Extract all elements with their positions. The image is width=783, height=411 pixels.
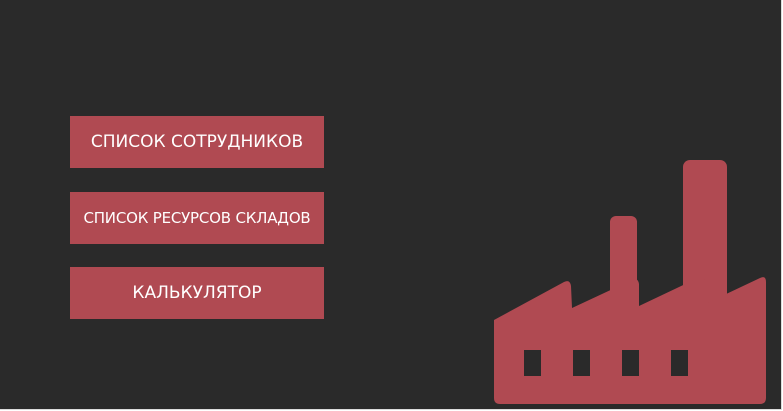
factory-icon bbox=[494, 160, 766, 404]
calculator-button[interactable]: КАЛЬКУЛЯТОР bbox=[70, 267, 324, 319]
employees-list-button[interactable]: СПИСОК СОТРУДНИКОВ bbox=[70, 116, 324, 168]
main-window: СПИСОК СОТРУДНИКОВ СПИСОК РЕСУРСОВ СКЛАД… bbox=[0, 0, 782, 410]
warehouse-resources-list-button[interactable]: СПИСОК РЕСУРСОВ СКЛАДОВ bbox=[70, 192, 324, 244]
